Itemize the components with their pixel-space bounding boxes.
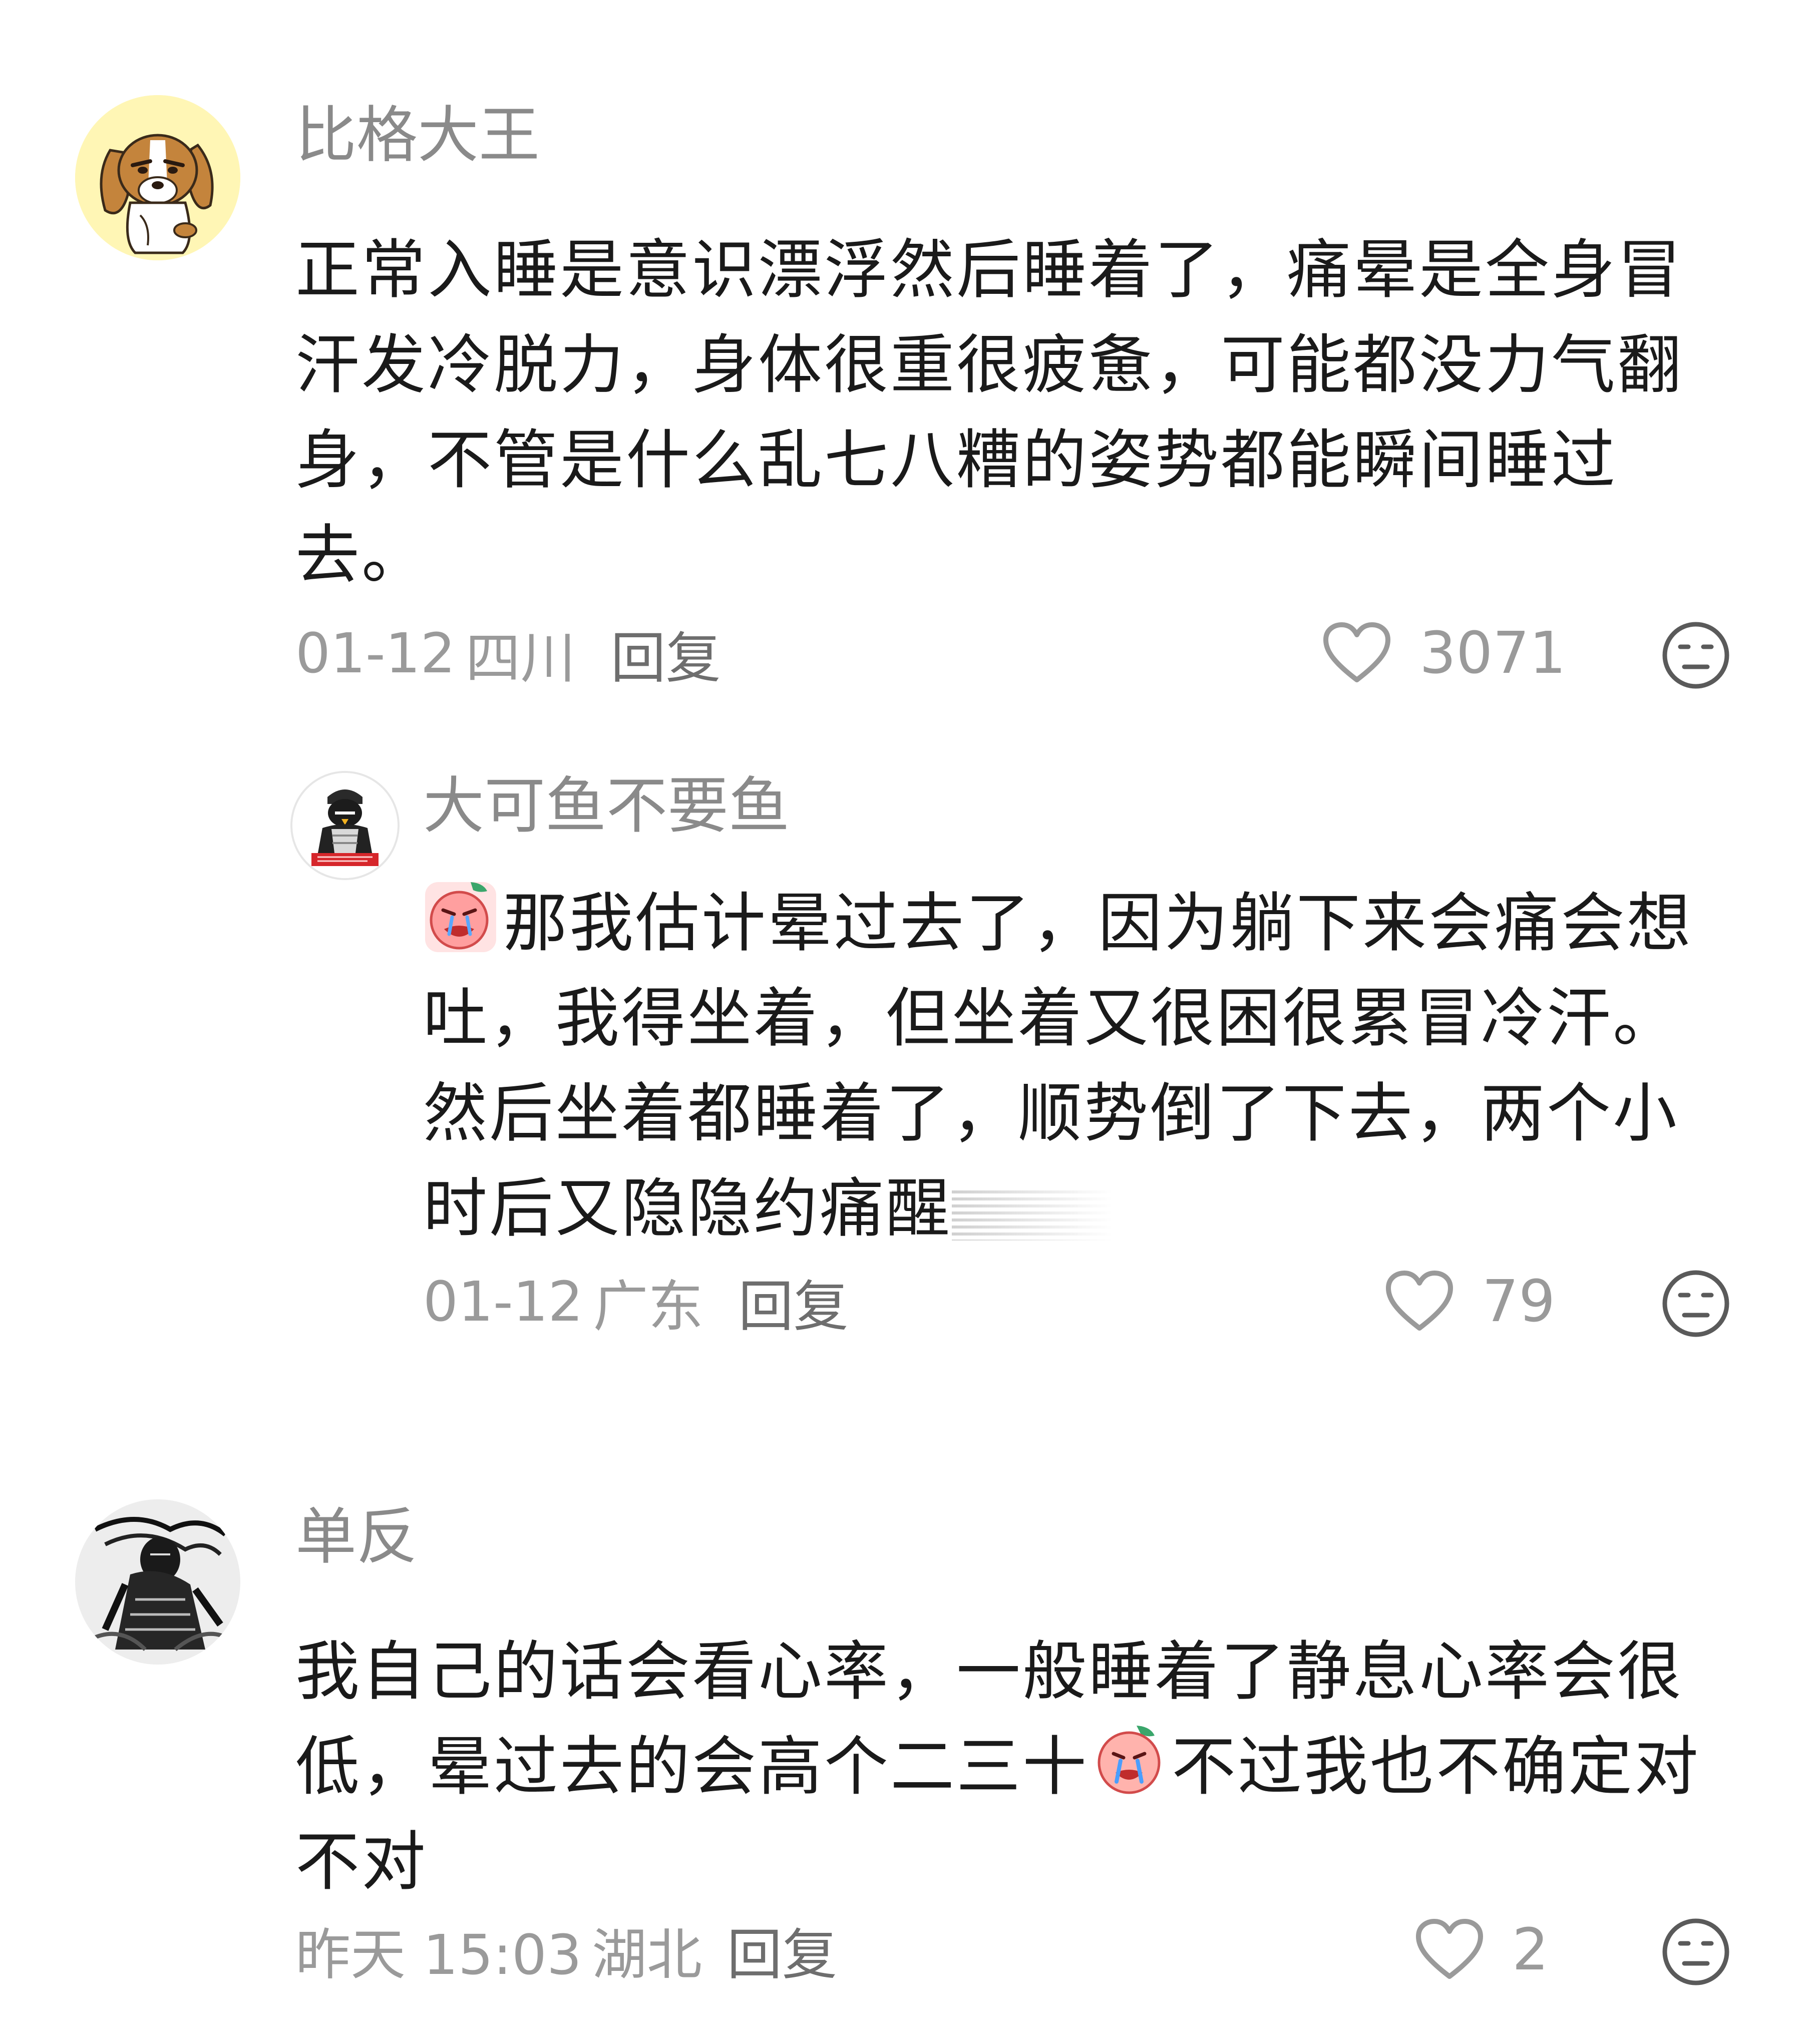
comment-location: 广东 xyxy=(593,1275,703,1339)
comment-text: 正常入睡是意识漂浮然后睡着了，痛晕是全身冒汗发冷脱力，身体很重很疲惫，可能都没力… xyxy=(295,233,1684,593)
comment-date: 01-12 xyxy=(295,621,456,685)
reply-item: 大可鱼不要鱼 那我估计晕过去了，因为躺下来会痛会想吐，我得坐着，但坐着又很困很累… xyxy=(0,726,1820,1402)
reply-button[interactable]: 回复 xyxy=(727,1910,837,1990)
comment-location: 湖北 xyxy=(591,1923,702,1987)
like-count: 79 xyxy=(1482,1268,1556,1335)
like-button[interactable]: 79 xyxy=(1384,1268,1556,1335)
heart-outline-icon xyxy=(1386,1271,1453,1331)
comment-location: 四川 xyxy=(465,626,576,690)
comment-meta: 01-12 广东 回复 xyxy=(423,1269,849,1339)
reply-button[interactable]: 回复 xyxy=(739,1262,849,1342)
crying-peach-emoji-icon xyxy=(1098,1726,1161,1794)
reply-button[interactable]: 回复 xyxy=(611,613,721,693)
text-fade-overlay xyxy=(952,1190,1113,1241)
like-count: 3071 xyxy=(1419,620,1566,687)
avatar[interactable] xyxy=(75,1499,240,1665)
comment-text: 那我估计晕过去了，因为躺下来会痛会想吐，我得坐着，但坐着又很困很累冒冷汗。然后坐… xyxy=(423,876,1725,1257)
avatar[interactable] xyxy=(75,95,240,260)
neutral-face-icon[interactable] xyxy=(1661,1269,1730,1338)
neutral-face-icon[interactable] xyxy=(1661,1917,1730,1986)
comment-username[interactable]: 比格大王 xyxy=(295,100,540,170)
heart-outline-icon xyxy=(1416,1919,1483,1979)
heart-outline-icon xyxy=(1323,622,1390,682)
like-button[interactable]: 3071 xyxy=(1322,620,1566,687)
beagle-dog-avatar-icon xyxy=(75,95,240,260)
neutral-face-icon[interactable] xyxy=(1661,621,1730,690)
comment-meta: 01-12 四川 回复 xyxy=(295,621,721,690)
comment-username[interactable]: 大可鱼不要鱼 xyxy=(423,771,790,841)
comment-date: 昨天 15:03 xyxy=(295,1923,582,1987)
comment-text: 我自己的话会看心率，一般睡着了静息心率会很低，晕过去的会高个二三十 不过我也不确… xyxy=(295,1624,1737,1910)
avatar-badge xyxy=(311,853,379,866)
like-count: 2 xyxy=(1512,1916,1549,1983)
ink-warrior-avatar-icon xyxy=(75,1499,240,1665)
comment-item: 比格大王 正常入睡是意识漂浮然后睡着了，痛晕是全身冒汗发冷脱力，身体很重很疲惫，… xyxy=(0,0,1820,726)
comment-meta: 昨天 15:03 湖北 回复 xyxy=(295,1917,837,1987)
crying-peach-emoji-icon xyxy=(425,882,496,952)
comment-username[interactable]: 单反 xyxy=(295,1502,418,1572)
avatar[interactable] xyxy=(290,771,400,880)
like-button[interactable]: 2 xyxy=(1414,1916,1549,1983)
comment-date: 01-12 xyxy=(423,1270,583,1334)
penguin-character-avatar-icon xyxy=(292,773,398,878)
comment-item: 单反 我自己的话会看心率，一般睡着了静息心率会很低，晕过去的会高个二三十 不过我… xyxy=(0,1452,1820,2041)
